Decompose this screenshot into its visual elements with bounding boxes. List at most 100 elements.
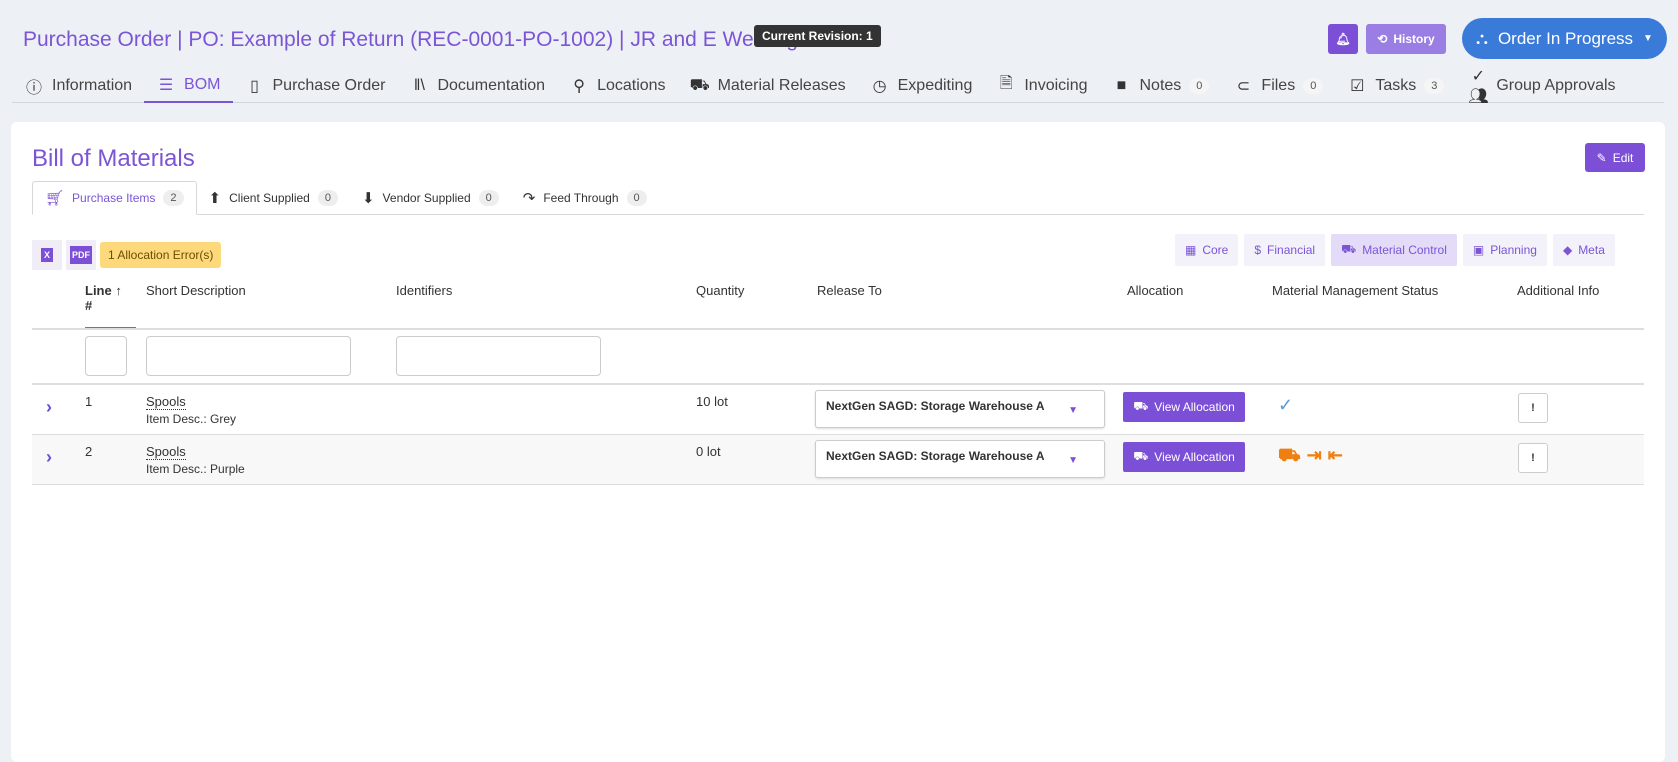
subtab-label: Purchase Items — [72, 191, 156, 205]
tab-notes[interactable]: ■ Notes 0 — [1100, 68, 1222, 103]
book-icon: ▯ — [250, 77, 259, 95]
expand-row-chevron-icon[interactable]: › — [46, 447, 52, 468]
toggle-label: Planning — [1490, 243, 1537, 257]
tab-locations[interactable]: ⚲ Locations — [557, 68, 678, 103]
additional-info-button[interactable]: ! — [1518, 393, 1548, 423]
subtab-feed-through[interactable]: ↷ Feed Through 0 — [511, 181, 659, 215]
toggle-label: Financial — [1267, 243, 1316, 257]
workflow-icon: ⛬ — [1476, 28, 1488, 48]
export-excel-button[interactable]: X — [32, 240, 62, 270]
comment-alert-icon: ! — [1531, 402, 1535, 414]
tasks-count: 3 — [1424, 77, 1445, 94]
header-label: Line — [85, 283, 112, 298]
box-down-icon: ⬇ — [361, 190, 375, 207]
sign-in-icon: ⇤ — [1327, 445, 1343, 465]
status-ok-check-icon: ✓ — [1278, 395, 1294, 415]
subtab-client-supplied[interactable]: ⬆ Client Supplied 0 — [197, 181, 350, 215]
header-label: # — [85, 298, 93, 313]
view-allocation-button[interactable]: ⛟ View Allocation — [1123, 392, 1245, 422]
item-description: Item Desc.: Grey — [146, 412, 237, 426]
map-pin-icon: ⚲ — [573, 77, 585, 95]
tab-documentation[interactable]: ‖\ Documentation — [397, 68, 557, 103]
truck-icon: ⛟ — [1341, 242, 1357, 256]
users-check-icon: ✓👥︎ — [1468, 67, 1489, 105]
release-to-select[interactable]: NextGen SAGD: Storage Warehouse A ▼ — [815, 440, 1105, 478]
pencil-icon: ✎ — [1596, 150, 1607, 165]
toggle-meta[interactable]: ◆ Meta — [1552, 234, 1615, 266]
note-icon: ■ — [1116, 76, 1127, 94]
view-allocation-button[interactable]: ⛟ View Allocation — [1123, 442, 1245, 472]
page-title: Purchase Order | PO: Example of Return (… — [23, 28, 799, 51]
info-icon: ⓘ — [25, 79, 42, 97]
identifiers-filter-input[interactable] — [396, 336, 601, 376]
history-label: History — [1393, 32, 1435, 46]
caret-down-icon: ▼ — [1643, 33, 1653, 44]
expand-row-chevron-icon[interactable]: › — [46, 397, 52, 418]
short-description-filter-input[interactable] — [146, 336, 351, 376]
column-header-line[interactable]: Line ↑ # — [85, 283, 136, 329]
subtab-count: 0 — [478, 190, 499, 206]
table-row: › 2 Spools Item Desc.: Purple 0 lot NextG… — [32, 435, 1644, 485]
tab-information[interactable]: ⓘ Information — [12, 68, 144, 103]
history-button[interactable]: ⟲ History — [1366, 24, 1446, 54]
short-description[interactable]: Spools — [146, 444, 186, 460]
tab-material-releases[interactable]: ⛟ Material Releases — [678, 68, 858, 103]
sign-out-icon: ⇥ — [1306, 445, 1322, 465]
main-nav: ⓘ Information ☰ BOM ▯ Purchase Order ‖\ Docu… — [12, 67, 1664, 105]
toggle-planning[interactable]: ▣ Planning — [1462, 234, 1547, 266]
notifications-button[interactable]: 🔔︎ — [1328, 24, 1358, 54]
tab-invoicing[interactable]: 🗎︎ Invoicing — [984, 68, 1099, 103]
tab-purchase-order[interactable]: ▯ Purchase Order — [233, 68, 398, 103]
tag-icon: ◆ — [1562, 243, 1573, 257]
subtab-purchase-items[interactable]: 🛒︎ Purchase Items 2 — [32, 181, 197, 215]
column-header-quantity[interactable]: Quantity — [696, 283, 744, 298]
tab-tasks[interactable]: ☑ Tasks 3 — [1335, 68, 1456, 103]
column-header-allocation[interactable]: Allocation — [1127, 283, 1183, 298]
order-status-dropdown[interactable]: ⛬ Order In Progress ▼ — [1462, 18, 1667, 59]
tab-expediting[interactable]: ◷ Expediting — [858, 68, 985, 103]
additional-info-button[interactable]: ! — [1518, 443, 1548, 473]
column-header-identifiers[interactable]: Identifiers — [396, 283, 452, 298]
tab-label: Documentation — [437, 76, 546, 94]
quantity: 0 lot — [696, 444, 721, 459]
column-header-short-description[interactable]: Short Description — [146, 283, 246, 298]
line-filter-input[interactable] — [85, 336, 127, 376]
tab-label: BOM — [184, 75, 221, 93]
bom-heading: Bill of Materials — [32, 145, 195, 172]
toggle-financial[interactable]: $ Financial — [1244, 234, 1326, 266]
allocation-error-badge[interactable]: 1 Allocation Error(s) — [100, 242, 222, 268]
release-to-value: NextGen SAGD: Storage Warehouse A — [826, 399, 1045, 413]
bom-subtabs: 🛒︎ Purchase Items 2 ⬆ Client Supplied 0 ⬇ Ven… — [32, 181, 1644, 215]
subtab-vendor-supplied[interactable]: ⬇ Vendor Supplied 0 — [350, 181, 511, 215]
column-header-release-to[interactable]: Release To — [817, 283, 882, 298]
table-icon: ▦ — [1185, 243, 1197, 257]
mms-status-icons: ⛟ ⇥ ⇤ — [1278, 445, 1343, 469]
export-pdf-button[interactable]: PDF — [66, 240, 96, 270]
column-header-additional-info[interactable]: Additional Info — [1517, 283, 1599, 298]
column-group-toggles: ▦ Core $ Financial ⛟ Material Control ▣ Plan… — [1175, 234, 1615, 266]
item-description: Item Desc.: Purple — [146, 462, 245, 476]
history-icon: ◷ — [872, 77, 887, 95]
truck-icon: ⛟ — [689, 76, 710, 94]
dollar-icon: $ — [1254, 243, 1262, 257]
line-number: 1 — [85, 394, 93, 409]
sort-asc-icon: ↑ — [115, 283, 122, 298]
column-header-mms[interactable]: Material Management Status — [1272, 283, 1438, 298]
tab-files[interactable]: ⊂ Files 0 — [1221, 68, 1335, 103]
table-toolbar: X PDF 1 Allocation Error(s) — [32, 240, 222, 270]
tab-bom[interactable]: ☰ BOM — [144, 68, 233, 103]
order-status-label: Order In Progress — [1497, 28, 1634, 48]
edit-button[interactable]: ✎ Edit — [1585, 143, 1645, 172]
short-description[interactable]: Spools — [146, 394, 186, 410]
files-count: 0 — [1303, 77, 1324, 94]
truck-icon: ⛟ — [1133, 449, 1149, 463]
tab-group-approvals[interactable]: ✓👥︎ Group Approvals — [1456, 67, 1627, 105]
paperclip-icon: ⊂ — [1236, 77, 1251, 95]
subtab-count: 0 — [317, 190, 338, 206]
truck-x-icon: ⛟ — [1278, 445, 1301, 465]
release-to-select[interactable]: NextGen SAGD: Storage Warehouse A ▼ — [815, 390, 1105, 428]
toggle-core[interactable]: ▦ Core — [1175, 234, 1239, 266]
tab-label: Group Approvals — [1496, 76, 1616, 94]
tab-label: Purchase Order — [272, 76, 386, 94]
toggle-material-control[interactable]: ⛟ Material Control — [1331, 234, 1457, 266]
